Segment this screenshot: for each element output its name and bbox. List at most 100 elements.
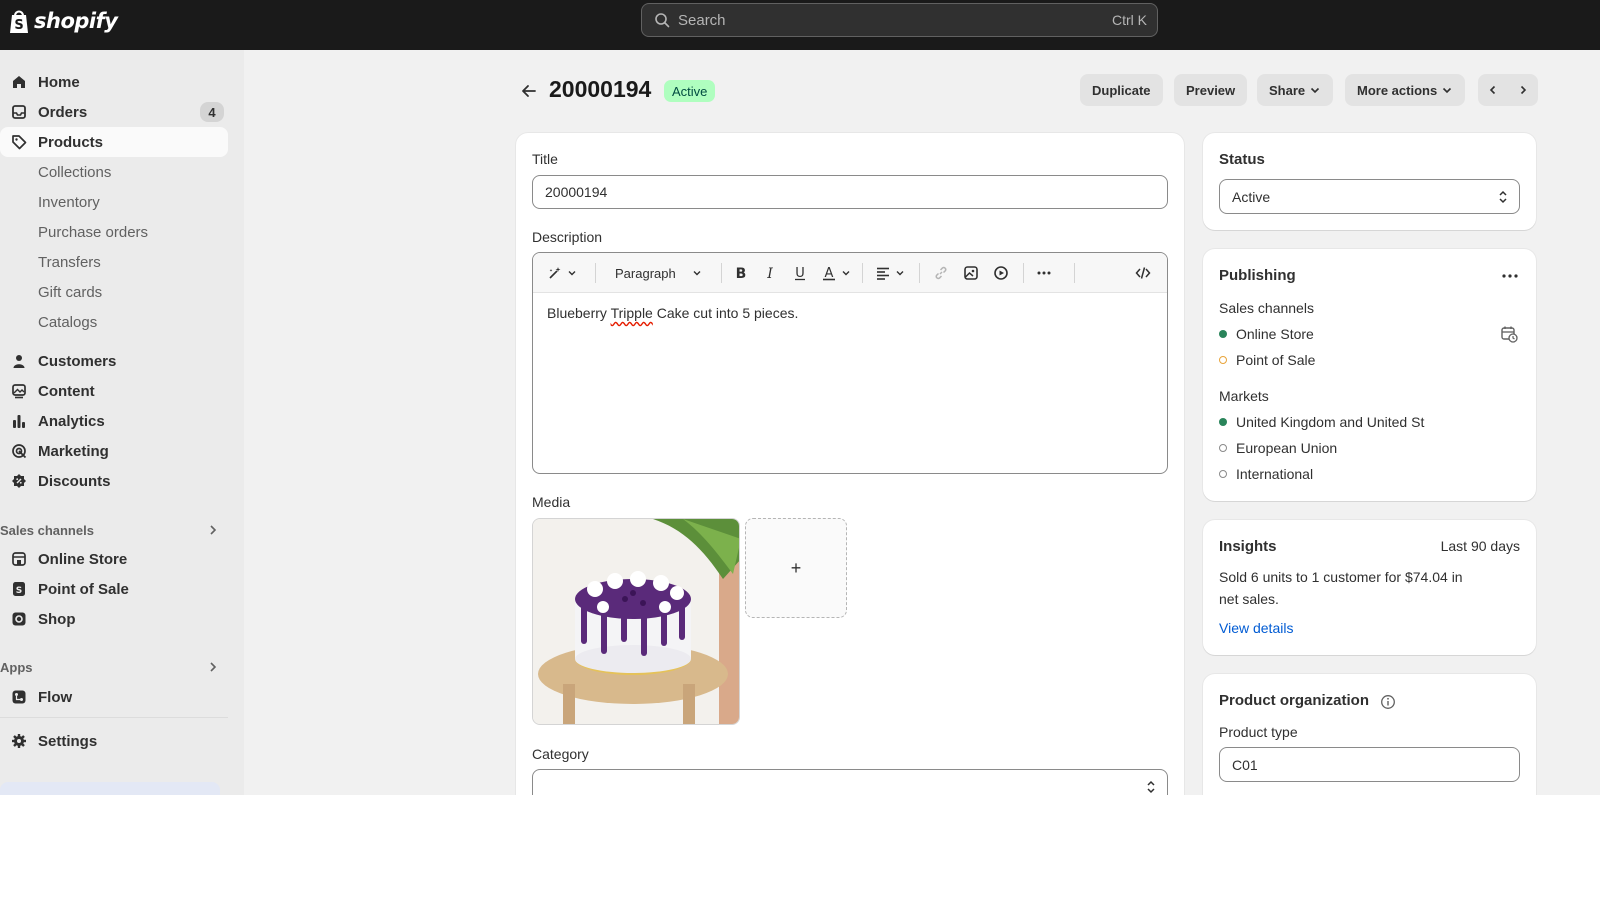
- info-icon[interactable]: [1380, 694, 1396, 710]
- title-field[interactable]: 20000194: [532, 175, 1168, 209]
- description-text: Blueberry Tripple Cake cut into 5 pieces…: [547, 305, 798, 321]
- sidebar-bottom-panel[interactable]: [0, 782, 220, 795]
- content-icon: [10, 382, 28, 400]
- preview-button[interactable]: Preview: [1174, 74, 1248, 106]
- sidebar-item-label: Settings: [38, 732, 98, 750]
- sidebar-item-label: Customers: [38, 352, 117, 370]
- sidebar-item-customers[interactable]: Customers: [0, 346, 228, 376]
- toolbar-divider: [862, 263, 863, 283]
- sidebar-item-analytics[interactable]: Analytics: [0, 406, 228, 436]
- sidebar-item-content[interactable]: Content: [0, 376, 228, 406]
- orders-count-badge: 4: [200, 102, 224, 122]
- sidebar-item-marketing[interactable]: Marketing: [0, 436, 228, 466]
- next-product-button[interactable]: [1508, 74, 1538, 106]
- duplicate-button[interactable]: Duplicate: [1080, 74, 1163, 106]
- insights-card-title: Insights: [1219, 538, 1277, 555]
- sidebar-item-label: Discounts: [38, 472, 111, 490]
- magic-wand-icon: [549, 267, 561, 279]
- toolbar-divider: [721, 263, 722, 283]
- italic-button[interactable]: I: [762, 263, 778, 283]
- published-dot: [1219, 418, 1227, 426]
- sidebar-item-catalogs[interactable]: Catalogs: [38, 309, 97, 335]
- chevron-right-icon: [1520, 85, 1527, 95]
- section-heading-label: Sales channels: [0, 522, 94, 538]
- sidebar-item-settings[interactable]: Settings: [0, 726, 228, 756]
- product-type-field[interactable]: C01: [1219, 747, 1520, 782]
- insert-image-button[interactable]: [963, 263, 979, 283]
- sidebar-item-collections[interactable]: Collections: [38, 159, 111, 185]
- share-button[interactable]: Share: [1257, 74, 1334, 106]
- product-image-blueberry-cake[interactable]: [532, 518, 740, 725]
- text-color-button[interactable]: A: [821, 263, 851, 283]
- description-text-start: Blueberry: [547, 305, 611, 321]
- chevron-down-icon: [896, 271, 904, 276]
- chevron-right-icon: [210, 662, 217, 672]
- description-editor[interactable]: Paragraph B I U A Blueberry Tripple Cake…: [532, 252, 1168, 474]
- sidebar-item-orders[interactable]: Orders 4: [0, 97, 228, 127]
- link-icon: [935, 266, 947, 280]
- sidebar-item-purchase-orders[interactable]: Purchase orders: [38, 219, 148, 245]
- sidebar-item-home[interactable]: Home: [0, 67, 228, 97]
- person-icon: [10, 352, 28, 370]
- sidebar-item-point-of-sale[interactable]: S Point of Sale: [0, 574, 228, 604]
- sidebar-item-label: Analytics: [38, 412, 105, 430]
- italic-icon: I: [766, 266, 773, 281]
- blueberry-cake-image: [533, 519, 739, 724]
- more-formatting-button[interactable]: [1036, 263, 1052, 283]
- image-icon: [964, 266, 978, 280]
- channel-point-of-sale: Point of Sale: [1236, 352, 1316, 368]
- add-media-label: +: [790, 557, 802, 578]
- status-select[interactable]: Active: [1219, 179, 1520, 214]
- sidebar-item-transfers[interactable]: Transfers: [38, 249, 101, 275]
- target-icon: [10, 442, 28, 460]
- sidebar-item-shop[interactable]: Shop: [0, 604, 228, 634]
- more-actions-button[interactable]: More actions: [1345, 74, 1466, 106]
- shopify-logo[interactable]: S shopify: [8, 8, 118, 34]
- misspelled-word: Tripple: [610, 305, 653, 321]
- svg-text:U: U: [795, 266, 805, 281]
- brand-name: shopify: [34, 9, 118, 33]
- sidebar-item-label: Online Store: [38, 550, 128, 568]
- calendar-schedule-icon[interactable]: [1500, 325, 1518, 343]
- unpublished-dot: [1219, 444, 1227, 452]
- show-html-button[interactable]: [1135, 263, 1151, 283]
- category-select[interactable]: [532, 769, 1168, 795]
- view-details-link[interactable]: View details: [1219, 620, 1293, 636]
- more-horizontal-icon[interactable]: [1500, 268, 1520, 284]
- align-button[interactable]: [875, 263, 905, 283]
- button-label: Preview: [1186, 82, 1236, 98]
- previous-product-button[interactable]: [1478, 74, 1508, 106]
- sidebar-item-label: Content: [38, 382, 95, 400]
- shopify-bag-icon: S: [10, 10, 28, 33]
- bold-button[interactable]: B: [733, 263, 749, 283]
- unpublished-dot: [1219, 356, 1227, 364]
- toolbar-divider: [1023, 263, 1024, 283]
- sidebar-item-label: Shop: [38, 610, 76, 628]
- sidebar-item-label: Flow: [38, 688, 73, 706]
- sidebar-item-discounts[interactable]: Discounts: [0, 466, 228, 496]
- sidebar-item-label: Orders: [38, 103, 88, 121]
- store-icon: [10, 550, 28, 568]
- unpublished-dot: [1219, 470, 1227, 478]
- insert-link-button[interactable]: [933, 263, 949, 283]
- sidebar-item-flow[interactable]: Flow: [0, 682, 228, 712]
- page-header: 20000194 Active Duplicate Preview Share …: [520, 74, 1540, 108]
- sales-channels-heading[interactable]: Sales channels: [0, 517, 228, 543]
- sidebar-item-label: Home: [38, 73, 80, 91]
- insert-video-button[interactable]: [993, 263, 1009, 283]
- search-input[interactable]: Search Ctrl K: [641, 3, 1158, 37]
- ai-magic-button[interactable]: [547, 263, 577, 283]
- chevron-down-icon: [1311, 87, 1320, 94]
- sales-channels-label: Sales channels: [1219, 300, 1314, 316]
- sidebar-item-inventory[interactable]: Inventory: [38, 189, 100, 215]
- product-type-label: Product type: [1219, 724, 1298, 740]
- apps-heading[interactable]: Apps: [0, 654, 228, 680]
- description-text-end: Cake cut into 5 pieces.: [652, 305, 799, 321]
- sidebar-item-products[interactable]: Products: [0, 127, 228, 157]
- sidebar-item-gift-cards[interactable]: Gift cards: [38, 279, 102, 305]
- back-arrow-icon[interactable]: [520, 82, 538, 100]
- paragraph-style-select[interactable]: Paragraph: [615, 263, 702, 283]
- sidebar-item-online-store[interactable]: Online Store: [0, 544, 228, 574]
- underline-button[interactable]: U: [792, 263, 808, 283]
- add-media-button[interactable]: +: [745, 518, 847, 618]
